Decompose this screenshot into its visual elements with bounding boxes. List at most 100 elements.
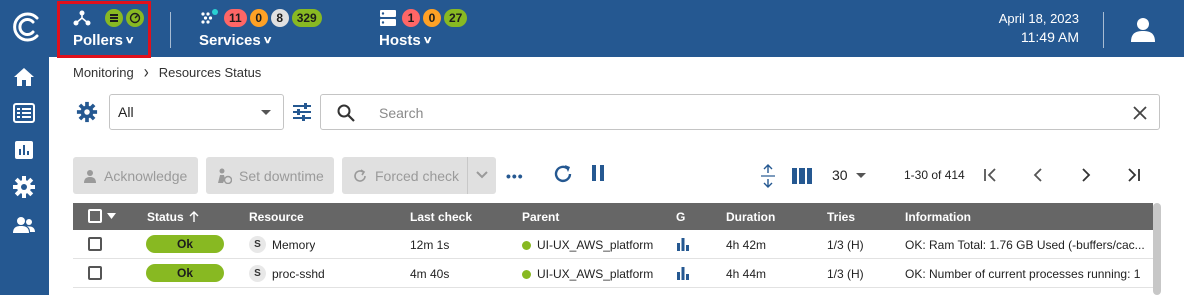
forced-check-button[interactable]: Forced check xyxy=(342,157,496,194)
column-header-last-check[interactable]: Last check xyxy=(410,210,472,224)
column-header-graph[interactable]: G xyxy=(676,210,685,224)
forced-check-label: Forced check xyxy=(375,167,460,184)
top-header: Pollers ∨ 11 0 8 329 Services ∨ 1 0 27 H… xyxy=(0,0,1184,58)
search-box xyxy=(320,94,1160,130)
resource-type-badge: S xyxy=(249,265,266,282)
duration: 4h 42m xyxy=(726,238,767,252)
breadcrumb: Monitoring › Resources Status xyxy=(73,62,262,83)
hosts-menu[interactable]: 1 0 27 Hosts ∨ xyxy=(379,8,468,54)
configuration-gear-icon[interactable] xyxy=(12,175,36,199)
column-header-status-label: Status xyxy=(147,210,184,224)
status-badge: Ok xyxy=(146,235,224,253)
table-row[interactable]: Ok S Memory 12m 1s UI-UX_AWS_platform 4h… xyxy=(73,230,1153,259)
services-warning-count[interactable]: 0 xyxy=(249,9,268,27)
parent-name[interactable]: UI-UX_AWS_platform xyxy=(537,267,653,281)
hosts-icon xyxy=(380,10,396,26)
column-header-duration[interactable]: Duration xyxy=(726,210,775,224)
filter-settings-gear-icon[interactable] xyxy=(76,101,98,123)
information: OK: Number of current processes running:… xyxy=(905,267,1141,281)
current-date: April 18, 2023 xyxy=(998,11,1079,26)
graph-bar-chart-icon[interactable] xyxy=(677,237,689,251)
parent-status-dot xyxy=(522,240,531,250)
centreon-logo-icon[interactable] xyxy=(10,10,44,44)
information: OK: Ram Total: 1.76 GB Used (-buffers/ca… xyxy=(905,238,1145,252)
chevron-down-icon: ∨ xyxy=(262,35,273,46)
filter-criteria-tune-icon[interactable] xyxy=(292,103,312,121)
left-navigation xyxy=(0,57,49,295)
dropdown-arrow-icon xyxy=(855,172,866,178)
tries: 1/3 (H) xyxy=(827,267,864,281)
rows-per-page-value: 30 xyxy=(832,167,848,183)
header-divider xyxy=(1103,12,1104,48)
select-all[interactable] xyxy=(88,209,116,223)
breadcrumb-resources-status[interactable]: Resources Status xyxy=(159,65,262,80)
home-icon[interactable] xyxy=(12,65,36,89)
acknowledge-button[interactable]: Acknowledge xyxy=(73,157,198,194)
status-badge: Ok xyxy=(146,264,224,282)
last-check: 4m 40s xyxy=(410,267,450,281)
search-icon xyxy=(337,104,355,122)
services-critical-count[interactable]: 11 xyxy=(224,9,247,27)
monitoring-icon[interactable] xyxy=(12,101,36,125)
forced-check-icon xyxy=(354,168,366,182)
search-input[interactable] xyxy=(379,103,1079,123)
hosts-unreachable-count[interactable]: 0 xyxy=(423,9,441,27)
column-header-tries[interactable]: Tries xyxy=(827,210,855,224)
more-actions-icon[interactable]: ••• xyxy=(506,168,524,184)
acknowledge-label: Acknowledge xyxy=(104,167,188,184)
resource-name[interactable]: proc-sshd xyxy=(272,267,325,281)
resource-type-badge: S xyxy=(249,236,266,253)
chevron-down-icon: ∨ xyxy=(422,35,433,46)
column-header-status[interactable]: Status xyxy=(147,210,199,224)
select-menu-arrow-icon[interactable] xyxy=(107,213,116,219)
first-page-icon[interactable] xyxy=(982,166,1000,184)
services-unknown-count[interactable]: 8 xyxy=(270,9,289,27)
last-check: 12m 1s xyxy=(410,238,450,252)
row-checkbox[interactable] xyxy=(88,237,102,251)
tries: 1/3 (H) xyxy=(827,238,864,252)
administration-users-icon[interactable] xyxy=(12,213,36,237)
services-menu[interactable]: 11 0 8 329 Services ∨ xyxy=(199,8,322,54)
expand-rows-icon[interactable] xyxy=(760,164,776,188)
table-header: Status Resource Last check Parent G Dura… xyxy=(73,203,1153,230)
next-page-icon[interactable] xyxy=(1077,166,1095,184)
filter-select[interactable]: All xyxy=(109,94,284,130)
user-profile-icon[interactable] xyxy=(1130,16,1156,42)
columns-selector-icon[interactable] xyxy=(792,168,812,184)
services-label: Services xyxy=(199,32,261,49)
row-checkbox[interactable] xyxy=(88,266,102,280)
parent-name[interactable]: UI-UX_AWS_platform xyxy=(537,238,653,252)
parent-status-dot xyxy=(522,269,531,279)
person-icon xyxy=(84,169,96,183)
rows-per-page-select[interactable]: 30 xyxy=(832,167,866,183)
column-header-parent[interactable]: Parent xyxy=(522,210,559,224)
select-all-checkbox[interactable] xyxy=(88,209,102,223)
downtime-icon xyxy=(218,168,232,184)
refresh-icon[interactable] xyxy=(552,163,574,185)
previous-page-icon[interactable] xyxy=(1029,166,1047,184)
hosts-label: Hosts xyxy=(379,32,421,49)
reporting-icon[interactable] xyxy=(12,138,36,162)
resource-name[interactable]: Memory xyxy=(272,238,315,252)
breadcrumb-monitoring[interactable]: Monitoring xyxy=(73,65,134,80)
column-header-information[interactable]: Information xyxy=(905,210,971,224)
pause-icon[interactable] xyxy=(589,164,607,182)
hosts-up-count[interactable]: 27 xyxy=(444,9,468,27)
set-downtime-button[interactable]: Set downtime xyxy=(206,157,334,194)
clear-search-icon[interactable] xyxy=(1133,106,1147,120)
filter-selected-value: All xyxy=(118,104,134,120)
chevron-down-icon[interactable] xyxy=(476,171,488,179)
pagination-range: 1-30 of 414 xyxy=(904,168,965,182)
clock: April 18, 2023 11:49 AM xyxy=(999,10,1079,46)
header-divider xyxy=(170,12,171,48)
table-scrollbar[interactable] xyxy=(1153,203,1161,295)
breadcrumb-separator: › xyxy=(143,62,149,83)
table-row[interactable]: Ok S proc-sshd 4m 40s UI-UX_AWS_platform… xyxy=(73,259,1153,288)
pollers-highlight-box xyxy=(57,1,151,58)
services-ok-count[interactable]: 329 xyxy=(291,9,322,27)
column-header-resource[interactable]: Resource xyxy=(249,210,304,224)
graph-bar-chart-icon[interactable] xyxy=(677,266,689,280)
set-downtime-label: Set downtime xyxy=(239,167,324,184)
hosts-down-count[interactable]: 1 xyxy=(402,9,420,27)
last-page-icon[interactable] xyxy=(1124,166,1142,184)
